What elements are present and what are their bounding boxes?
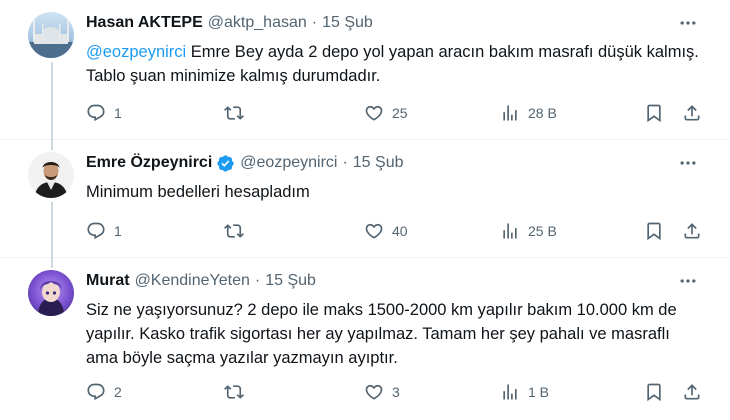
author-handle[interactable]: @aktp_hasan <box>208 14 307 32</box>
separator-dot: · <box>311 14 318 31</box>
author-name[interactable]: Emre Özpeynirci <box>86 154 212 172</box>
share-icon <box>682 103 702 123</box>
retweet-icon <box>224 382 244 402</box>
retweet-icon <box>224 221 244 241</box>
bookmark-icon <box>644 103 664 123</box>
more-icon[interactable] <box>674 12 702 34</box>
separator-dot: · <box>254 272 261 289</box>
views-icon <box>500 382 520 402</box>
author-handle[interactable]: @KendineYeten <box>135 272 250 290</box>
tweet[interactable]: Emre Özpeynirci @eozpeynirci · 15 Şub Mi… <box>0 140 730 258</box>
tweet-date[interactable]: 15 Şub <box>265 272 316 290</box>
tweet[interactable]: Hasan AKTEPE @aktp_hasan · 15 Şub @eozpe… <box>0 0 730 140</box>
more-icon[interactable] <box>674 270 702 292</box>
like-button[interactable]: 25 <box>364 103 408 123</box>
retweet-button[interactable] <box>224 221 252 241</box>
reply-count: 1 <box>114 223 122 239</box>
views-button[interactable]: 28 B <box>500 103 557 123</box>
reply-count: 2 <box>114 384 122 400</box>
like-count: 40 <box>392 223 408 239</box>
bookmark-button[interactable] <box>644 103 664 123</box>
like-icon <box>364 221 384 241</box>
author-name[interactable]: Hasan AKTEPE <box>86 14 203 32</box>
views-button[interactable]: 25 B <box>500 221 557 241</box>
tweet-date[interactable]: 15 Şub <box>322 14 373 32</box>
like-count: 3 <box>392 384 400 400</box>
anime-avatar <box>38 281 64 316</box>
reply-button[interactable]: 1 <box>86 221 122 241</box>
author-name[interactable]: Murat <box>86 272 130 290</box>
views-count: 28 B <box>528 105 557 121</box>
like-button[interactable]: 3 <box>364 382 400 402</box>
share-button[interactable] <box>682 382 702 402</box>
bookmark-icon <box>644 382 664 402</box>
reply-button[interactable]: 2 <box>86 382 122 402</box>
reply-icon <box>86 382 106 402</box>
mosque-image <box>28 20 74 58</box>
tweet-text: @eozpeynirci Emre Bey ayda 2 depo yol ya… <box>86 40 702 88</box>
mention-link[interactable]: @eozpeynirci <box>86 43 186 61</box>
more-icon[interactable] <box>674 152 702 174</box>
thread-line <box>51 202 53 258</box>
reply-count: 1 <box>114 105 122 121</box>
retweet-button[interactable] <box>224 382 252 402</box>
share-button[interactable] <box>682 221 702 241</box>
views-count: 25 B <box>528 223 557 239</box>
tweet-text: Siz ne yaşıyorsunuz? 2 depo ile maks 150… <box>86 301 677 367</box>
views-icon <box>500 103 520 123</box>
thread-line <box>51 258 53 268</box>
like-icon <box>364 103 384 123</box>
views-button[interactable]: 1 B <box>500 382 549 402</box>
avatar[interactable] <box>28 270 74 316</box>
thread-line <box>51 62 53 140</box>
reply-button[interactable]: 1 <box>86 103 122 123</box>
person-photo <box>28 152 74 198</box>
like-icon <box>364 382 384 402</box>
like-count: 25 <box>392 105 408 121</box>
reply-icon <box>86 221 106 241</box>
retweet-icon <box>224 103 244 123</box>
tweet[interactable]: Murat @KendineYeten · 15 Şub Siz ne yaşı… <box>0 258 730 420</box>
avatar[interactable] <box>28 152 74 198</box>
bookmark-button[interactable] <box>644 221 664 241</box>
author-handle[interactable]: @eozpeynirci <box>240 154 337 172</box>
share-icon <box>682 221 702 241</box>
thread-line <box>51 140 53 150</box>
reply-icon <box>86 103 106 123</box>
share-icon <box>682 382 702 402</box>
views-icon <box>500 221 520 241</box>
bookmark-icon <box>644 221 664 241</box>
views-count: 1 B <box>528 384 550 400</box>
share-button[interactable] <box>682 103 702 123</box>
tweet-text: Minimum bedelleri hesapladım <box>86 183 310 201</box>
retweet-button[interactable] <box>224 103 252 123</box>
bookmark-button[interactable] <box>644 382 664 402</box>
avatar[interactable] <box>28 12 74 58</box>
like-button[interactable]: 40 <box>364 221 408 241</box>
verified-icon <box>216 154 235 173</box>
separator-dot: · <box>342 154 348 171</box>
tweet-date[interactable]: 15 Şub <box>353 154 404 172</box>
